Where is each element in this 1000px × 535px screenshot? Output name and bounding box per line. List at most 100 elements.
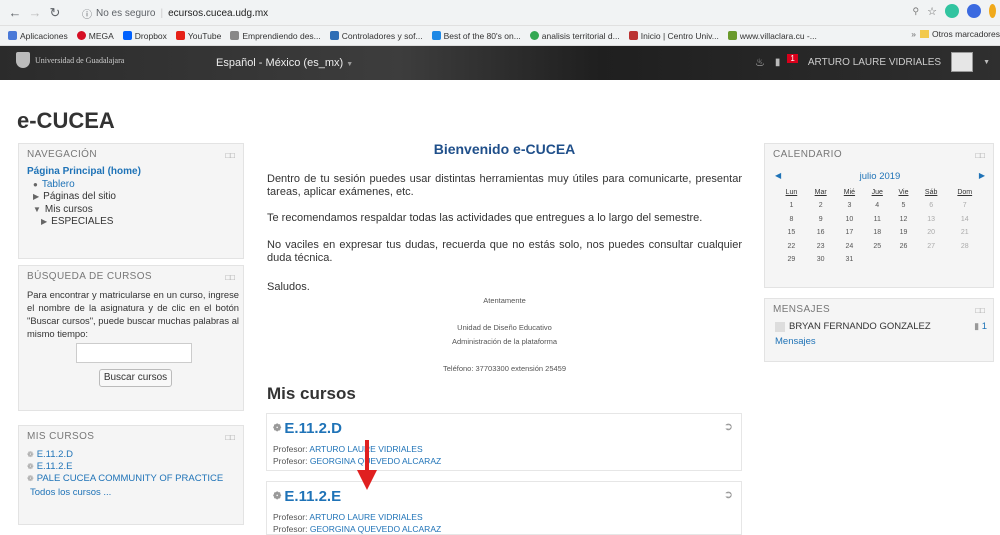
messages-link[interactable]: Mensajes	[775, 336, 816, 347]
teacher-line: Profesor: ARTURO LAURE VIDRIALES	[273, 444, 423, 454]
calendar-day[interactable]: 13	[916, 213, 947, 227]
message-contact[interactable]: BRYAN FERNANDO GONZALEZ ▮ 1	[775, 321, 987, 332]
nav-dashboard[interactable]: ● Tablero	[27, 179, 141, 192]
calendar-day	[891, 253, 916, 267]
reload-icon[interactable]: ↻	[46, 4, 64, 22]
bookmark-item[interactable]: Emprendiendo des...	[230, 31, 321, 41]
nav-home-link[interactable]: Página Principal (home)	[27, 166, 141, 179]
calendar-day[interactable]: 20	[916, 226, 947, 240]
nav-my-courses[interactable]: ▼ Mis cursos	[27, 204, 141, 217]
calendar-day[interactable]: 14	[947, 213, 983, 227]
back-icon[interactable]: ←	[6, 4, 24, 22]
bookmark-apps[interactable]: Aplicaciones	[8, 31, 68, 41]
my-course-link[interactable]: ❁ E.11.2.D	[27, 449, 223, 461]
chevron-right-icon: »	[911, 29, 916, 39]
key-icon[interactable]: ⚲	[913, 6, 920, 17]
bookmark-item[interactable]: YouTube	[175, 31, 221, 41]
enter-course-icon[interactable]: ➲	[724, 488, 733, 501]
block-controls-icon[interactable]: □□	[225, 433, 235, 442]
block-controls-icon[interactable]: □□	[225, 273, 235, 282]
contact-name: BRYAN FERNANDO GONZALEZ	[789, 321, 931, 332]
calendar-day[interactable]: 5	[891, 199, 916, 213]
language-menu[interactable]: Español - México (es_mx) ▼	[216, 57, 353, 69]
caret-down-icon[interactable]: ▼	[983, 59, 990, 66]
my-course-link[interactable]: ❁ PALE CUCEA COMMUNITY OF PRACTICE	[27, 473, 223, 485]
calendar-day[interactable]: 19	[891, 226, 916, 240]
avatar[interactable]	[951, 52, 974, 72]
bookmark-item[interactable]: Inicio | Centro Univ...	[628, 31, 719, 41]
calendar-day[interactable]: 2	[806, 199, 836, 213]
calendar-day	[916, 253, 947, 267]
calendar-day[interactable]: 12	[891, 213, 916, 227]
extension-icon[interactable]	[989, 4, 996, 18]
calendar-day[interactable]: 25	[863, 240, 891, 254]
calendar-day[interactable]: 28	[947, 240, 983, 254]
calendar-day[interactable]: 15	[777, 226, 806, 240]
calendar-day[interactable]: 10	[836, 213, 864, 227]
extension-icon[interactable]	[945, 4, 959, 18]
calendar-day[interactable]: 16	[806, 226, 836, 240]
bookmark-item[interactable]: Best of the 80's on...	[431, 31, 521, 41]
search-courses-button[interactable]: Buscar cursos	[99, 369, 172, 387]
udg-logo[interactable]: Universidad de Guadalajara	[16, 52, 124, 68]
user-name[interactable]: ARTURO LAURE VIDRIALES	[808, 57, 941, 68]
calendar-day[interactable]: 3	[836, 199, 864, 213]
calendar-day[interactable]: 8	[777, 213, 806, 227]
security-label: No es seguro	[96, 8, 156, 19]
calendar-day[interactable]: 26	[891, 240, 916, 254]
info-icon[interactable]: ⓘ	[82, 6, 92, 21]
bookmark-item[interactable]: analisis territorial d...	[529, 31, 620, 41]
course-card: ❁ E.11.2.D ➲ Profesor: ARTURO LAURE VIDRI…	[266, 413, 742, 471]
nav-special[interactable]: ▶ ESPECIALES	[27, 216, 141, 229]
nav-site-pages[interactable]: ▶ Páginas del sitio	[27, 191, 141, 204]
google-icon	[529, 31, 539, 40]
block-controls-icon[interactable]: □□	[975, 151, 985, 160]
next-month-icon[interactable]: ▶	[979, 171, 985, 182]
address-bar[interactable]: ⓘ No es seguro | ecursos.cucea.udg.mx	[82, 5, 862, 22]
calendar-day[interactable]: 29	[777, 253, 806, 267]
extension-icon[interactable]	[967, 4, 981, 18]
calendar-day[interactable]: 30	[806, 253, 836, 267]
signature-line: Unidad de Diseño Educativo	[457, 323, 552, 332]
my-course-link[interactable]: ❁ E.11.2.E	[27, 461, 223, 473]
all-courses-link[interactable]: Todos los cursos ...	[27, 487, 223, 499]
teacher-link[interactable]: ARTURO LAURE VIDRIALES	[309, 512, 422, 522]
calendar-day[interactable]: 6	[916, 199, 947, 213]
calendar-day[interactable]: 31	[836, 253, 864, 267]
course-search-block: BÚSQUEDA DE CURSOS □□ Para encontrar y m…	[18, 265, 244, 411]
course-title-link[interactable]: ❁ E.11.2.D	[273, 420, 342, 437]
other-bookmarks[interactable]: » Otros marcadores	[905, 29, 1000, 39]
block-title: MIS CURSOS	[27, 431, 95, 442]
teacher-link[interactable]: GEORGINA QUEVEDO ALCARAZ	[310, 524, 441, 534]
calendar-month[interactable]: julio 2019	[860, 171, 901, 182]
calendar-day[interactable]: 22	[777, 240, 806, 254]
calendar-day[interactable]: 4	[863, 199, 891, 213]
course-title-link[interactable]: ❁ E.11.2.E	[273, 488, 341, 505]
calendar-day[interactable]: 23	[806, 240, 836, 254]
calendar-day[interactable]: 17	[836, 226, 864, 240]
bell-icon[interactable]: ♨	[755, 56, 765, 69]
calendar-day[interactable]: 1	[777, 199, 806, 213]
calendar-day[interactable]: 11	[863, 213, 891, 227]
prev-month-icon[interactable]: ◀	[775, 171, 781, 182]
bookmark-item[interactable]: Controladores y sof...	[329, 31, 423, 41]
signature-line: Teléfono: 37703300 extensión 25459	[442, 364, 567, 373]
star-icon[interactable]: ☆	[927, 5, 937, 18]
calendar-day[interactable]: 24	[836, 240, 864, 254]
forward-icon[interactable]: →	[26, 4, 44, 22]
course-search-input[interactable]	[76, 343, 192, 363]
bookmark-item[interactable]: www.villaclara.cu -...	[727, 31, 817, 41]
calendar-day[interactable]: 27	[916, 240, 947, 254]
url-text: ecursos.cucea.udg.mx	[168, 8, 269, 19]
calendar-day[interactable]: 7	[947, 199, 983, 213]
dropbox-icon	[122, 31, 132, 40]
bookmark-item[interactable]: Dropbox	[122, 31, 167, 41]
bookmark-item[interactable]: MEGA	[76, 31, 114, 41]
block-controls-icon[interactable]: □□	[975, 306, 985, 315]
message-icon[interactable]: ▮	[775, 57, 781, 68]
calendar-day[interactable]: 21	[947, 226, 983, 240]
enter-course-icon[interactable]: ➲	[724, 420, 733, 433]
calendar-day[interactable]: 9	[806, 213, 836, 227]
calendar-day[interactable]: 18	[863, 226, 891, 240]
block-controls-icon[interactable]: □□	[225, 151, 235, 160]
